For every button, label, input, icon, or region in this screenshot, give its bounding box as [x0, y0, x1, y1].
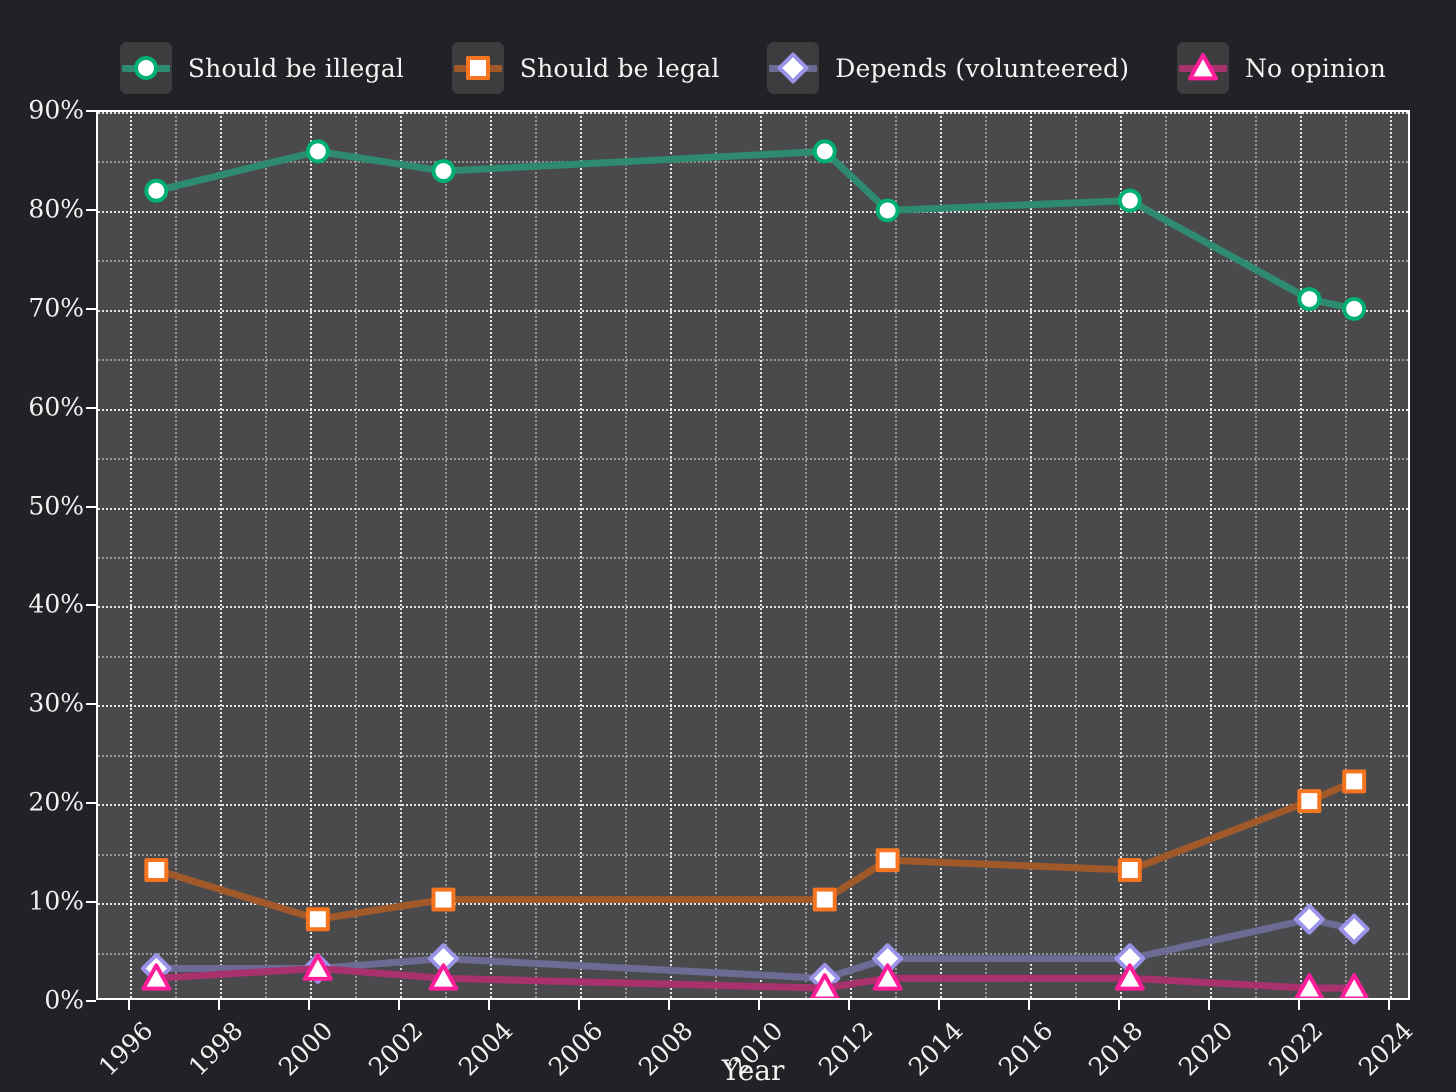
legend-entry-no-opinion[interactable]: No opinion — [1176, 42, 1387, 94]
data-point-marker — [1297, 287, 1322, 311]
data-point-marker — [305, 907, 330, 932]
y-axis-tick-label: 20% — [28, 787, 84, 817]
series-should-be-legal — [144, 769, 1367, 932]
x-axis-tick-mark — [127, 1000, 130, 1010]
x-axis-tick-mark — [757, 1000, 760, 1010]
data-point-marker — [431, 887, 456, 912]
data-point-marker — [875, 198, 900, 223]
legend-label: Depends (volunteered) — [835, 53, 1130, 83]
legend-entry-should-be-legal[interactable]: Should be legal — [451, 42, 720, 94]
data-point-marker — [1297, 789, 1322, 814]
y-axis-tick-mark — [86, 703, 96, 706]
data-point-marker — [144, 858, 169, 882]
data-point-marker — [144, 178, 169, 203]
x-axis-tick-mark — [847, 1000, 850, 1010]
y-axis-tick-mark — [86, 505, 96, 508]
legend-label: Should be legal — [519, 53, 720, 83]
x-axis-tick-mark — [1297, 1000, 1300, 1010]
y-axis-tick-mark — [86, 802, 96, 805]
legend-marker-circle-icon — [119, 42, 172, 94]
y-axis-tick-label: 10% — [28, 886, 84, 916]
data-point-marker — [812, 887, 837, 912]
data-point-marker — [812, 139, 837, 164]
legend-label: No opinion — [1244, 53, 1387, 83]
data-point-marker — [431, 159, 456, 184]
y-axis-tick-label: 60% — [28, 392, 84, 422]
y-axis-tick-label: 70% — [28, 293, 84, 323]
y-axis-tick-mark — [86, 110, 96, 112]
data-point-marker — [1338, 913, 1370, 945]
y-axis-tick-label: 50% — [28, 491, 84, 521]
x-axis-tick-mark — [397, 1000, 400, 1010]
y-axis-tick-mark — [86, 901, 96, 904]
series-layer — [140, 139, 1370, 998]
legend-marker-glyph — [777, 52, 809, 84]
legend-marker-diamond-icon — [767, 42, 820, 94]
legend-entry-should-be-illegal[interactable]: Should be illegal — [119, 42, 405, 94]
x-axis-tick-mark — [1207, 1000, 1210, 1010]
y-axis-tick-mark — [86, 307, 96, 310]
x-axis-tick-mark — [307, 1000, 310, 1010]
y-axis-tick-mark — [86, 604, 96, 607]
data-point-marker — [1117, 188, 1142, 213]
chart-figure: Should be illegal Should be legal Depends … — [0, 0, 1456, 1092]
y-axis-tick-label: 40% — [28, 589, 84, 619]
legend-entry-depends-volunteered[interactable]: Depends (volunteered) — [767, 42, 1129, 94]
y-axis-tick-label: 90% — [28, 95, 84, 125]
y-axis-tick-label: 30% — [28, 688, 84, 718]
x-axis-tick-mark — [1387, 1000, 1390, 1010]
y-axis-tick-label: 80% — [28, 194, 84, 224]
data-point-marker — [875, 848, 900, 873]
series-should-be-illegal — [144, 139, 1367, 321]
x-axis-tick-mark — [577, 1000, 580, 1010]
x-axis-tick-mark — [937, 1000, 940, 1010]
legend-marker-glyph — [1187, 53, 1218, 81]
plot-area — [96, 110, 1410, 1000]
series-line — [152, 147, 1358, 313]
data-point-marker — [1117, 858, 1142, 882]
data-point-marker — [1342, 296, 1367, 321]
x-axis-tick-mark — [217, 1000, 220, 1010]
legend-label: Should be illegal — [187, 53, 405, 83]
series-line — [152, 777, 1358, 923]
data-point-marker — [305, 139, 330, 164]
legend-marker-glyph — [133, 56, 158, 80]
legend-marker-triangle-icon — [1176, 42, 1229, 94]
x-axis-tick-mark — [1027, 1000, 1030, 1010]
y-axis-tick-mark — [86, 208, 96, 211]
legend-marker-square-icon — [451, 42, 504, 94]
y-axis-tick-label: 0% — [44, 985, 84, 1015]
x-axis-tick-mark — [667, 1000, 670, 1010]
x-axis-tick-mark — [1117, 1000, 1120, 1010]
data-point-marker — [1342, 769, 1367, 794]
chart-legend: Should be illegal Should be legal Depends … — [96, 40, 1410, 96]
y-axis-tick-mark — [86, 1000, 96, 1002]
y-axis-tick-mark — [86, 406, 96, 409]
legend-marker-glyph — [465, 56, 490, 80]
x-axis-tick-mark — [487, 1000, 490, 1010]
data-point-marker — [1293, 903, 1325, 935]
